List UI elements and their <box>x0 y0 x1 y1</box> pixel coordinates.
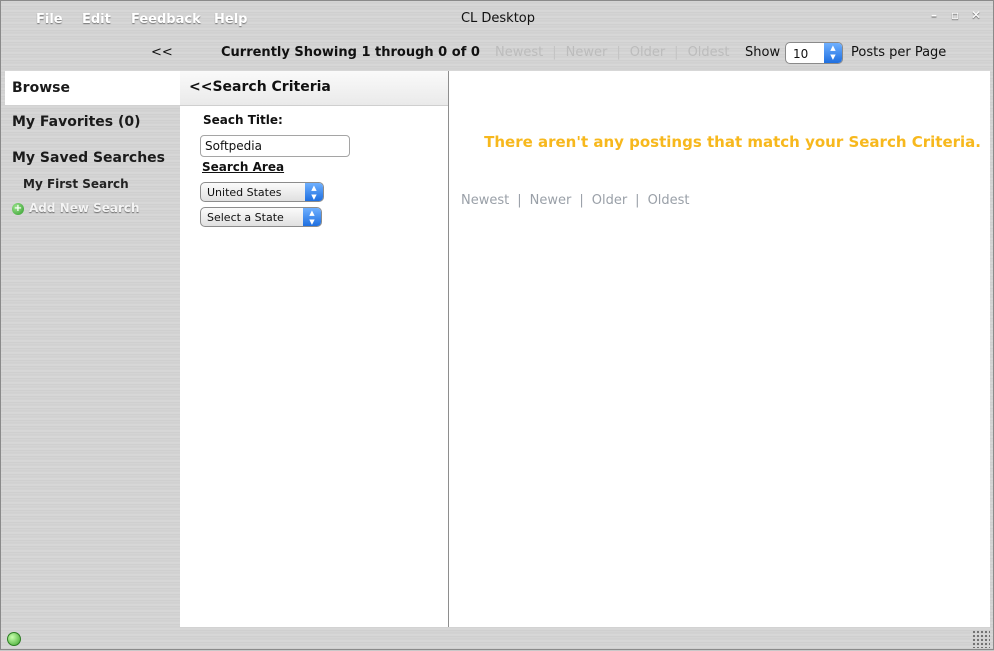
minimize-icon[interactable]: – <box>931 8 937 22</box>
pager-oldest-link[interactable]: Oldest <box>648 193 690 208</box>
search-area-label: Search Area <box>202 160 285 174</box>
pager-newer-link[interactable]: Newer <box>566 45 608 60</box>
pager-older-link[interactable]: Older <box>630 45 665 60</box>
posts-per-page-value: 10 <box>793 47 809 61</box>
criteria-header[interactable]: <<Search Criteria <box>180 71 448 106</box>
app-window: File Edit Feedback Help CL Desktop – ▫ ✕… <box>0 0 994 650</box>
pager-separator: | <box>674 45 679 60</box>
state-select[interactable]: Select a State ▲ ▼ <box>200 207 322 227</box>
pager-separator: | <box>579 193 584 208</box>
country-select[interactable]: United States ▲ ▼ <box>200 182 324 202</box>
country-select-value: United States <box>207 186 282 199</box>
spinner-arrows-icon[interactable]: ▲ ▼ <box>824 43 842 63</box>
saved-search-item[interactable]: My First Search <box>23 177 129 191</box>
results-panel: There aren't any postings that match you… <box>449 71 990 627</box>
pager-newest-link[interactable]: Newest <box>461 193 509 208</box>
sidebar-item-browse[interactable]: Browse <box>5 71 180 105</box>
pager-separator: | <box>517 193 522 208</box>
add-new-search-button[interactable]: + Add New Search <box>12 201 140 215</box>
top-pager: Newest | Newer | Older | Oldest <box>495 45 730 60</box>
search-title-input[interactable] <box>200 135 350 157</box>
showing-status: Currently Showing 1 through 0 of 0 <box>221 45 480 60</box>
sidebar: Browse My Favorites (0) My Saved Searche… <box>5 71 180 627</box>
add-new-search-label: Add New Search <box>29 201 140 215</box>
pager-separator: | <box>552 45 557 60</box>
status-indicator-icon <box>7 632 21 646</box>
pager-oldest-link[interactable]: Oldest <box>688 45 730 60</box>
dropdown-arrows-icon: ▲ ▼ <box>305 183 323 201</box>
state-select-value: Select a State <box>207 211 284 224</box>
pager-separator: | <box>635 193 640 208</box>
close-icon[interactable]: ✕ <box>971 8 981 22</box>
pager-newer-link[interactable]: Newer <box>530 193 572 208</box>
dropdown-arrows-icon: ▲ ▼ <box>303 208 321 226</box>
status-bar <box>1 627 993 651</box>
show-label: Show <box>745 45 781 60</box>
pager-newest-link[interactable]: Newest <box>495 45 543 60</box>
posts-per-page-select[interactable]: 10 ▲ ▼ <box>785 42 843 64</box>
collapse-sidebar-button[interactable]: << <box>151 45 173 60</box>
pager-older-link[interactable]: Older <box>592 193 627 208</box>
window-title: CL Desktop <box>460 11 536 26</box>
criteria-header-title: <<Search Criteria <box>189 79 331 95</box>
sidebar-item-saved-searches[interactable]: My Saved Searches <box>5 145 180 171</box>
sidebar-item-favorites[interactable]: My Favorites (0) <box>5 109 180 135</box>
search-criteria-panel: <<Search Criteria Seach Title: Search Ar… <box>180 71 448 627</box>
toolbar: << Currently Showing 1 through 0 of 0 Ne… <box>1 39 993 71</box>
plus-icon: + <box>12 202 24 215</box>
search-title-label: Seach Title: <box>203 113 283 127</box>
no-results-message: There aren't any postings that match you… <box>484 133 981 151</box>
pager-separator: | <box>616 45 621 60</box>
posts-per-page-label: Posts per Page <box>851 45 947 60</box>
resize-grip-icon[interactable] <box>972 630 990 648</box>
results-pager: Newest | Newer | Older | Oldest <box>461 193 690 208</box>
maximize-icon[interactable]: ▫ <box>951 8 959 22</box>
menu-bar: File Edit Feedback Help CL Desktop – ▫ ✕ <box>1 1 993 39</box>
